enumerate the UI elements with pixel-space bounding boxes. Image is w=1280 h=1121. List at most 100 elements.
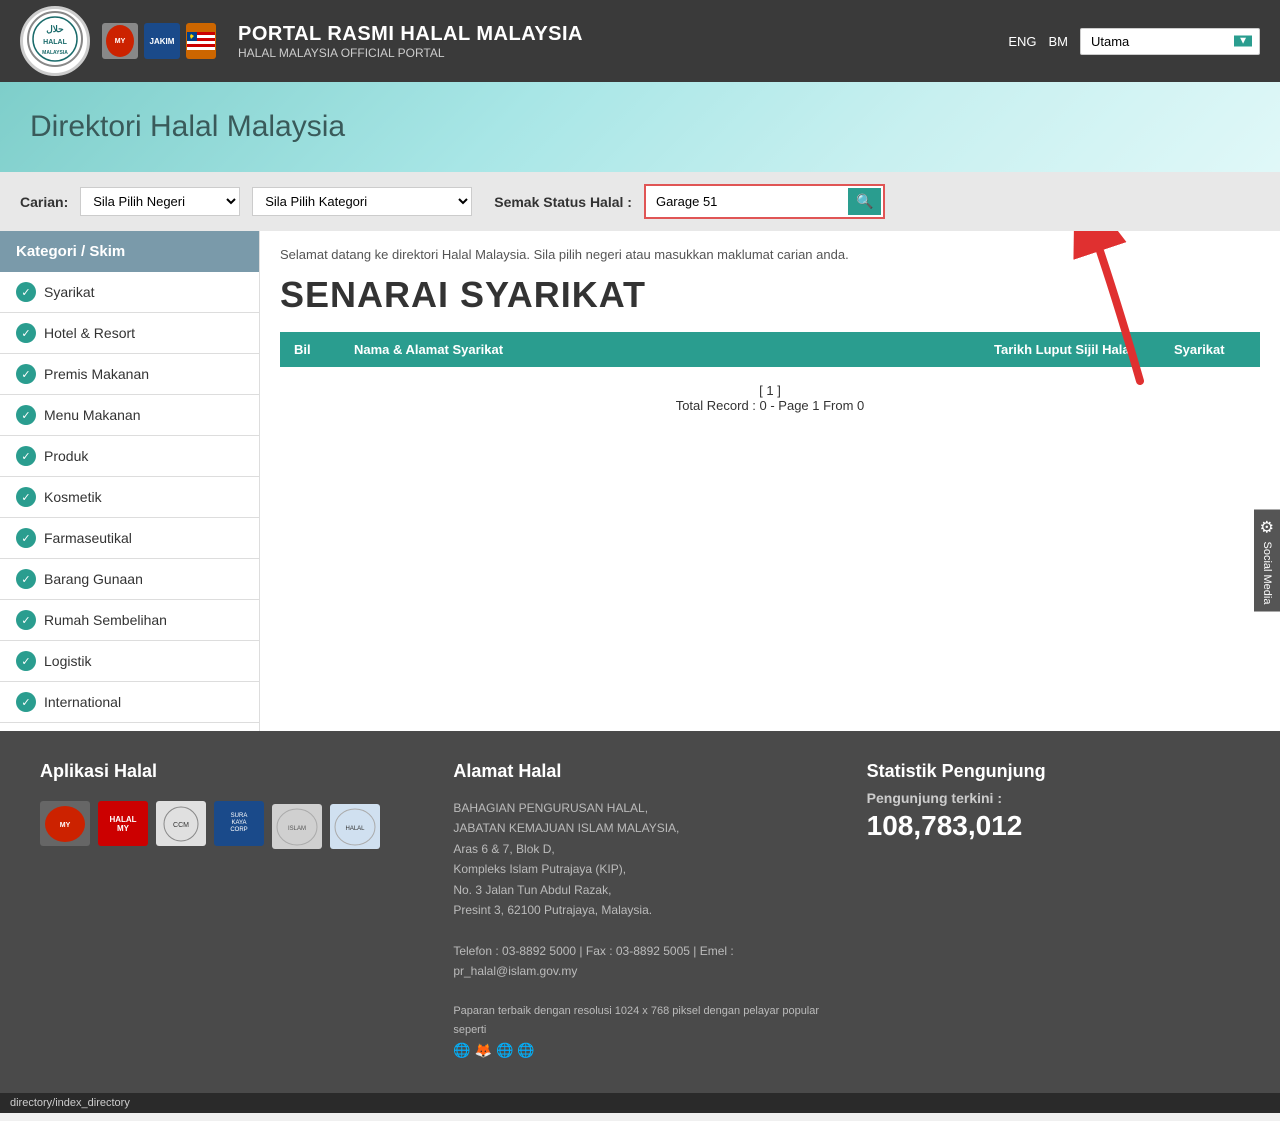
svg-text:ISLAM: ISLAM	[288, 826, 306, 832]
sidebar-item-kosmetik[interactable]: ✓ Kosmetik	[0, 477, 259, 518]
sidebar-item-syarikat[interactable]: ✓ Syarikat	[0, 272, 259, 313]
svg-text:HALAL: HALAL	[43, 39, 67, 46]
check-icon: ✓	[16, 487, 36, 507]
check-icon: ✓	[16, 282, 36, 302]
sidebar-item-label: International	[44, 694, 121, 710]
sidebar-item-barang[interactable]: ✓ Barang Gunaan	[0, 559, 259, 600]
search-bar: Carian: Sila Pilih Negeri Johor Kedah Se…	[0, 172, 1280, 231]
search-icon: 🔍	[856, 193, 873, 209]
pengunjung-count: 108,783,012	[867, 810, 1240, 842]
sidebar-item-label: Hotel & Resort	[44, 325, 135, 341]
sidebar-item-premis[interactable]: ✓ Premis Makanan	[0, 354, 259, 395]
statistik-title: Statistik Pengunjung	[867, 761, 1240, 782]
sidebar-item-label: Produk	[44, 448, 88, 464]
search-button[interactable]: 🔍	[848, 188, 881, 215]
footer-logo-1[interactable]: MY	[40, 801, 90, 846]
sidebar-item-label: Menu Makanan	[44, 407, 141, 423]
sidebar-item-menu[interactable]: ✓ Menu Makanan	[0, 395, 259, 436]
sidebar-item-label: Premis Makanan	[44, 366, 149, 382]
lang-eng-button[interactable]: ENG	[1004, 32, 1040, 51]
sidebar-item-international[interactable]: ✓ International	[0, 682, 259, 723]
svg-text:MALAYSIA: MALAYSIA	[42, 50, 68, 56]
lang-buttons: ENG BM	[1004, 32, 1072, 51]
check-icon: ✓	[16, 610, 36, 630]
addr-line-2: JABATAN KEMAJUAN ISLAM MALAYSIA,	[453, 818, 826, 838]
social-media-label: Social Media	[1261, 541, 1273, 604]
nav-select-wrapper[interactable]: Utama Tentang Kami Direktori e-Servis Hu…	[1080, 28, 1260, 55]
portal-title-block: PORTAL RASMI HALAL MALAYSIA HALAL MALAYS…	[228, 23, 992, 60]
check-icon: ✓	[16, 569, 36, 589]
sidebar-item-label: Rumah Sembelihan	[44, 612, 167, 628]
status-url: directory/index_directory	[10, 1097, 130, 1109]
sidebar-item-label: Kosmetik	[44, 489, 102, 505]
footer-logo-6[interactable]: HALAL	[330, 804, 380, 849]
footer-address-lines: BAHAGIAN PENGURUSAN HALAL, JABATAN KEMAJ…	[453, 798, 826, 1063]
top-header: حلال HALAL MALAYSIA MY JAKIM	[0, 0, 1280, 82]
portal-subtitle: HALAL MALAYSIA OFFICIAL PORTAL	[238, 46, 992, 60]
footer-alamat: Alamat Halal BAHAGIAN PENGURUSAN HALAL, …	[453, 761, 826, 1063]
svg-text:حلال: حلال	[46, 24, 64, 34]
pagination-links[interactable]: [ 1 ]	[296, 383, 1244, 398]
semak-label: Semak Status Halal :	[494, 194, 632, 210]
check-icon: ✓	[16, 692, 36, 712]
sidebar-item-label: Barang Gunaan	[44, 571, 143, 587]
svg-text:HALAL: HALAL	[345, 826, 365, 832]
sidebar-item-hotel[interactable]: ✓ Hotel & Resort	[0, 313, 259, 354]
addr-line-5: No. 3 Jalan Tun Abdul Razak,	[453, 880, 826, 900]
content-area: Selamat datang ke direktori Halal Malays…	[260, 231, 1280, 731]
search-input[interactable]	[648, 190, 848, 213]
footer-aplikasi: Aplikasi Halal MY HALALMY CCM SURAKAYACO…	[40, 761, 413, 849]
footer-logo-4[interactable]: SURAKAYACORP	[214, 801, 264, 846]
paparan-line: Paparan terbaik dengan resolusi 1024 x 7…	[453, 1002, 826, 1039]
aplikasi-title: Aplikasi Halal	[40, 761, 413, 782]
footer-logo-2[interactable]: HALALMY	[98, 801, 148, 846]
footer-logo-3[interactable]: CCM	[156, 801, 206, 846]
svg-text:CCM: CCM	[173, 822, 189, 829]
col-bil: Bil	[280, 332, 340, 367]
check-icon: ✓	[16, 446, 36, 466]
total-record: Total Record : 0 - Page 1 From 0	[296, 398, 1244, 413]
kategori-select[interactable]: Sila Pilih Kategori Syarikat Produk Hote…	[252, 187, 472, 216]
svg-text:MY: MY	[60, 822, 71, 829]
alamat-title: Alamat Halal	[453, 761, 826, 782]
sidebar: Kategori / Skim ✓ Syarikat ✓ Hotel & Res…	[0, 231, 260, 731]
check-icon: ✓	[16, 405, 36, 425]
search-input-wrapper: 🔍	[644, 184, 885, 219]
check-icon: ✓	[16, 364, 36, 384]
welcome-text: Selamat datang ke direktori Halal Malays…	[280, 247, 1260, 262]
sidebar-item-label: Logistik	[44, 653, 91, 669]
col-nama: Nama & Alamat Syarikat	[340, 332, 980, 367]
banner-title: Direktori Halal Malaysia	[30, 110, 345, 144]
main-content: Kategori / Skim ✓ Syarikat ✓ Hotel & Res…	[0, 231, 1280, 731]
social-media-panel: ⚙ Social Media	[1254, 509, 1280, 612]
carian-label: Carian:	[20, 194, 68, 210]
sidebar-item-farmaseutikal[interactable]: ✓ Farmaseutikal	[0, 518, 259, 559]
pagination-info: [ 1 ] Total Record : 0 - Page 1 From 0	[280, 367, 1260, 429]
sidebar-header: Kategori / Skim	[0, 231, 259, 272]
sidebar-item-label: Farmaseutikal	[44, 530, 132, 546]
social-media-button[interactable]: ⚙ Social Media	[1254, 509, 1280, 612]
sidebar-item-produk[interactable]: ✓ Produk	[0, 436, 259, 477]
telefon-line: Telefon : 03-8892 5000 | Fax : 03-8892 5…	[453, 941, 826, 982]
statusbar: directory/index_directory	[0, 1093, 1280, 1113]
portal-title: PORTAL RASMI HALAL MALAYSIA	[238, 23, 992, 46]
jakim-logo: JAKIM	[144, 23, 180, 59]
halal-logo: حلال HALAL MALAYSIA	[20, 6, 90, 76]
gear-icon: ⚙	[1260, 517, 1274, 537]
negeri-select[interactable]: Sila Pilih Negeri Johor Kedah Selangor K…	[80, 187, 240, 216]
results-table: Bil Nama & Alamat Syarikat Tarikh Luput …	[280, 332, 1260, 429]
footer-logo-5[interactable]: ISLAM	[272, 804, 322, 849]
footer-logos: MY HALALMY CCM SURAKAYACORP ISLAM	[40, 798, 413, 849]
nav-select[interactable]: Utama Tentang Kami Direktori e-Servis Hu…	[1080, 28, 1260, 55]
addr-line-4: Kompleks Islam Putrajaya (KIP),	[453, 859, 826, 879]
sidebar-item-logistik[interactable]: ✓ Logistik	[0, 641, 259, 682]
lang-bm-button[interactable]: BM	[1045, 32, 1073, 51]
footer-statistik: Statistik Pengunjung Pengunjung terkini …	[867, 761, 1240, 842]
addr-line-1: BAHAGIAN PENGURUSAN HALAL,	[453, 798, 826, 818]
sidebar-item-rumah[interactable]: ✓ Rumah Sembelihan	[0, 600, 259, 641]
svg-text:MY: MY	[115, 38, 126, 45]
gov-logos: MY JAKIM	[102, 23, 216, 59]
header-right: ENG BM Utama Tentang Kami Direktori e-Se…	[1004, 28, 1260, 55]
check-icon: ✓	[16, 528, 36, 548]
addr-line-6: Presint 3, 62100 Putrajaya, Malaysia.	[453, 900, 826, 920]
